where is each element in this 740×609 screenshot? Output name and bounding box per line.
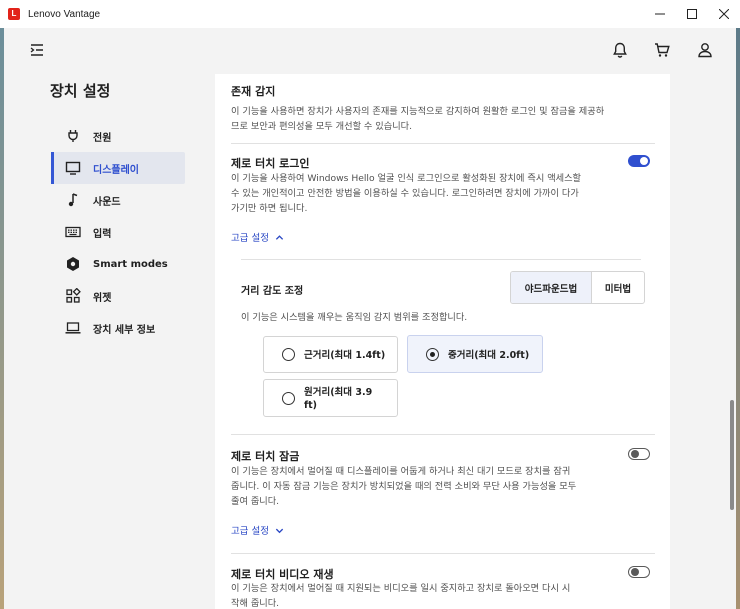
distance-option-label: 근거리(최대 1.4ft) bbox=[304, 350, 386, 361]
sidebar-item-label: 위젯 bbox=[93, 292, 112, 304]
imperial-unit-button[interactable]: 야드파운드법 bbox=[511, 272, 591, 303]
zero-touch-login-description: 이 기능을 사용하여 Windows Hello 얼굴 인식 로그인으로 활성화… bbox=[231, 173, 581, 214]
sidebar-item-label: 장치 세부 정보 bbox=[93, 324, 156, 336]
sidebar-title: 장치 설정 bbox=[50, 82, 111, 100]
laptop-icon bbox=[65, 322, 81, 334]
radio-button bbox=[282, 348, 295, 361]
advanced-settings-label: 고급 설정 bbox=[231, 526, 269, 537]
maximize-icon bbox=[687, 9, 697, 19]
lock-advanced-settings-toggle[interactable]: 고급 설정 bbox=[231, 523, 284, 537]
divider bbox=[231, 434, 655, 435]
minimize-icon bbox=[655, 13, 665, 15]
zero-touch-lock-toggle[interactable] bbox=[628, 448, 650, 460]
minimize-button[interactable] bbox=[644, 0, 676, 28]
zero-touch-video-title: 제로 터치 비디오 재생 bbox=[231, 568, 334, 581]
divider bbox=[241, 259, 641, 260]
sidebar-item-input[interactable]: 입력 bbox=[51, 216, 185, 248]
sidebar-item-label: 전원 bbox=[93, 132, 112, 144]
distance-option-label: 원거리(최대 3.9 ft) bbox=[304, 387, 373, 411]
zero-touch-lock-description: 이 기능은 장치에서 멀어질 때 디스플레이를 어둡게 하거나 최신 대기 모드… bbox=[231, 466, 577, 507]
distance-description: 이 기능은 시스템을 깨우는 움직임 감지 범위를 조정합니다. bbox=[241, 312, 468, 323]
sidebar-item-power[interactable]: 전원 bbox=[51, 120, 185, 152]
title-bar: L Lenovo Vantage bbox=[0, 0, 740, 28]
divider bbox=[231, 553, 655, 554]
keyboard-icon bbox=[65, 226, 81, 238]
sidebar-item-display[interactable]: 디스플레이 bbox=[51, 152, 185, 184]
music-note-icon bbox=[68, 193, 78, 207]
divider bbox=[231, 143, 655, 144]
distance-option-label: 중거리(최대 2.0ft) bbox=[448, 350, 530, 361]
presence-title: 존재 감지 bbox=[231, 85, 276, 98]
widgets-icon bbox=[66, 288, 81, 303]
bell-icon[interactable] bbox=[611, 41, 629, 59]
sidebar-item-label: 디스플레이 bbox=[93, 164, 139, 176]
distance-option-near[interactable]: 근거리(최대 1.4ft) bbox=[263, 336, 398, 373]
account-icon[interactable] bbox=[696, 41, 714, 59]
radio-button bbox=[426, 348, 439, 361]
sidebar-item-label: 사운드 bbox=[93, 196, 121, 208]
zero-touch-video-description: 이 기능은 장치에서 멀어질 때 지원되는 비디오를 일시 중지하고 장치로 돌… bbox=[231, 583, 571, 609]
sidebar: 장치 설정 전원 디스플레이 사운드 입력 Smart modes 위젯 장치 … bbox=[4, 74, 210, 609]
lenovo-logo: L bbox=[8, 8, 20, 20]
advanced-settings-toggle[interactable]: 고급 설정 bbox=[231, 230, 284, 244]
zero-touch-lock-title: 제로 터치 잠금 bbox=[231, 450, 300, 463]
plug-icon bbox=[68, 130, 78, 142]
presence-description: 이 기능을 사용하면 장치가 사용자의 존재를 지능적으로 감지하여 원활한 로… bbox=[231, 106, 605, 132]
sidebar-item-label: 입력 bbox=[93, 228, 112, 240]
zero-touch-login-toggle[interactable] bbox=[628, 155, 650, 167]
close-icon bbox=[719, 9, 729, 19]
chevron-down-icon bbox=[275, 528, 284, 533]
monitor-icon bbox=[65, 161, 81, 175]
distance-sensitivity-label: 거리 감도 조정 bbox=[241, 286, 304, 297]
sidebar-item-smart-modes[interactable]: Smart modes bbox=[51, 248, 185, 280]
close-button[interactable] bbox=[708, 0, 740, 28]
scrollbar-thumb[interactable] bbox=[730, 400, 734, 510]
distance-option-medium[interactable]: 중거리(최대 2.0ft) bbox=[407, 335, 543, 373]
zero-touch-video-toggle[interactable] bbox=[628, 566, 650, 578]
sidebar-item-sound[interactable]: 사운드 bbox=[51, 184, 185, 216]
maximize-button[interactable] bbox=[676, 0, 708, 28]
chevron-up-icon bbox=[275, 234, 284, 240]
sidebar-item-label: Smart modes bbox=[93, 258, 168, 270]
advanced-settings-label: 고급 설정 bbox=[231, 233, 269, 244]
window-title: Lenovo Vantage bbox=[28, 8, 101, 20]
sidebar-item-widgets[interactable]: 위젯 bbox=[51, 280, 185, 312]
desktop-background-right bbox=[736, 28, 740, 609]
menu-expand-icon[interactable] bbox=[28, 41, 46, 59]
settings-content: 존재 감지 이 기능을 사용하면 장치가 사용자의 존재를 지능적으로 감지하여… bbox=[215, 74, 670, 609]
sidebar-item-device-details[interactable]: 장치 세부 정보 bbox=[51, 312, 185, 344]
hexagon-icon bbox=[67, 257, 79, 271]
app-header bbox=[4, 28, 736, 74]
cart-icon[interactable] bbox=[653, 41, 671, 59]
unit-selector: 야드파운드법 미터법 bbox=[510, 271, 645, 304]
radio-button bbox=[282, 392, 295, 405]
distance-option-far[interactable]: 원거리(최대 3.9 ft) bbox=[263, 379, 398, 417]
zero-touch-login-title: 제로 터치 로그인 bbox=[231, 157, 310, 170]
metric-unit-button[interactable]: 미터법 bbox=[591, 272, 644, 303]
